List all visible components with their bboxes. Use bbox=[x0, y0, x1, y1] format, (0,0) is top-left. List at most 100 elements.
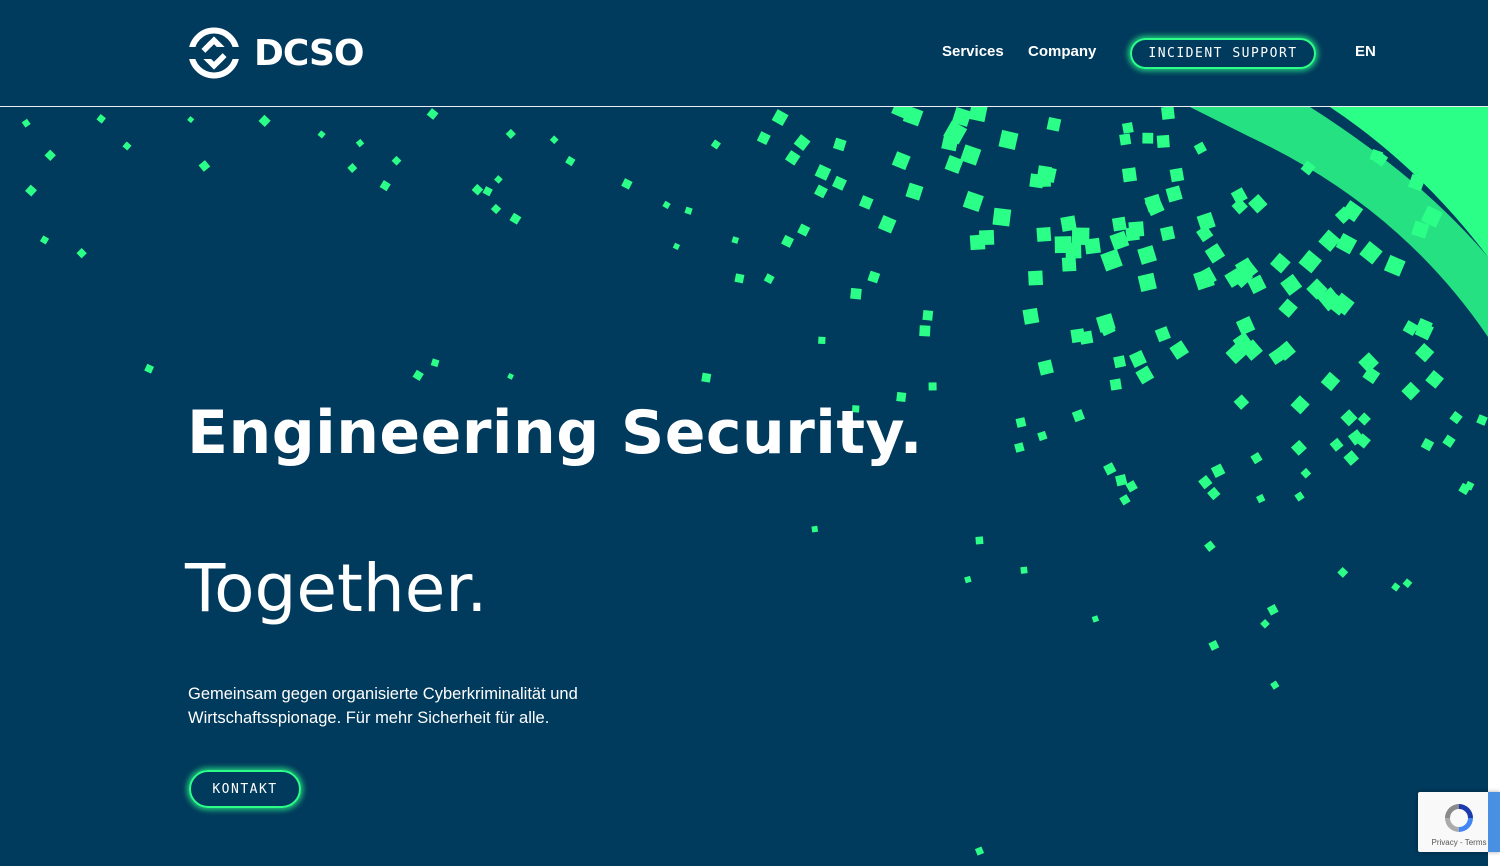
dcso-logo-icon bbox=[188, 27, 240, 79]
particle-square bbox=[1207, 486, 1221, 501]
particle-square bbox=[877, 214, 897, 234]
particle-square bbox=[1128, 221, 1145, 238]
particle-square bbox=[1343, 450, 1360, 466]
particle-square bbox=[919, 325, 931, 337]
particle-square bbox=[1065, 242, 1082, 259]
particle-square bbox=[1020, 566, 1028, 574]
particle-square bbox=[928, 382, 937, 391]
particle-square bbox=[1337, 566, 1349, 578]
particle-square bbox=[1280, 273, 1303, 296]
particle-square bbox=[1014, 442, 1025, 453]
particle-square bbox=[25, 184, 37, 197]
incident-support-button[interactable]: INCIDENT SUPPORT bbox=[1130, 38, 1316, 69]
particle-square bbox=[391, 155, 402, 166]
particle-square bbox=[1329, 437, 1344, 452]
particle-square bbox=[797, 223, 811, 237]
particle-square bbox=[968, 107, 988, 123]
logo[interactable]: DCSO bbox=[188, 27, 365, 79]
particle-square bbox=[1269, 252, 1291, 274]
particle-square bbox=[1137, 272, 1157, 292]
particle-square bbox=[1071, 227, 1090, 246]
particle-square bbox=[1103, 462, 1117, 476]
particle-square bbox=[1196, 212, 1216, 232]
particle-square bbox=[198, 160, 211, 172]
particle-square bbox=[1022, 307, 1040, 325]
particle-square bbox=[1036, 227, 1052, 242]
particle-square bbox=[1129, 350, 1147, 368]
particle-square bbox=[1161, 107, 1175, 120]
recaptcha-tab bbox=[1488, 792, 1500, 852]
page: DCSO Services Company INCIDENT SUPPORT E… bbox=[0, 0, 1500, 866]
particle-square bbox=[1109, 378, 1122, 391]
language-switch[interactable]: EN bbox=[1355, 43, 1376, 60]
particle-square bbox=[355, 138, 365, 148]
particle-square bbox=[811, 525, 819, 533]
particle-square bbox=[1111, 216, 1127, 232]
particle-square bbox=[1208, 640, 1220, 651]
particle-square bbox=[701, 372, 712, 383]
particle-square bbox=[850, 287, 862, 300]
particle-square bbox=[964, 575, 972, 584]
particle-square bbox=[1270, 680, 1280, 690]
particle-square bbox=[992, 207, 1012, 227]
particle-square bbox=[471, 183, 484, 196]
recaptcha-badge[interactable]: Privacy - Terms bbox=[1418, 792, 1500, 852]
particle-square bbox=[494, 175, 503, 184]
particle-square bbox=[831, 175, 847, 191]
nav-company[interactable]: Company bbox=[1028, 43, 1096, 60]
particle-square bbox=[1248, 194, 1268, 214]
particle-square bbox=[1449, 410, 1463, 425]
particle-square bbox=[1165, 185, 1183, 203]
particle-square bbox=[1250, 452, 1263, 465]
recaptcha-icon bbox=[1445, 804, 1473, 832]
particle-square bbox=[1169, 340, 1190, 360]
particle-square bbox=[1121, 167, 1138, 183]
particle-square bbox=[1298, 249, 1322, 274]
contact-button[interactable]: KONTAKT bbox=[189, 770, 301, 808]
particle-square bbox=[1435, 107, 1447, 118]
particle-square bbox=[734, 273, 745, 284]
particle-square bbox=[1028, 270, 1044, 286]
particle-square bbox=[1070, 328, 1086, 344]
particle-square bbox=[1401, 381, 1421, 401]
particle-square bbox=[1137, 245, 1157, 265]
particle-square bbox=[144, 363, 155, 374]
particle-square bbox=[1290, 395, 1310, 415]
particle-square bbox=[1061, 257, 1077, 272]
particle-square bbox=[1357, 412, 1371, 426]
hero-title: Engineering Security. bbox=[187, 398, 923, 468]
particle-square bbox=[944, 155, 964, 174]
particle-square bbox=[1204, 540, 1216, 552]
particle-square bbox=[347, 163, 358, 173]
particle-square bbox=[509, 212, 522, 225]
particle-square bbox=[379, 180, 391, 192]
particle-square bbox=[756, 131, 771, 146]
scrollbar[interactable] bbox=[1488, 0, 1500, 866]
particle-square bbox=[731, 236, 740, 244]
particle-square bbox=[317, 130, 326, 139]
recaptcha-links[interactable]: Privacy - Terms bbox=[1432, 838, 1487, 847]
particle-square bbox=[1100, 248, 1123, 272]
particle-square bbox=[832, 137, 847, 152]
particle-square bbox=[1071, 409, 1086, 423]
particle-square bbox=[505, 128, 516, 140]
nav-services[interactable]: Services bbox=[942, 43, 1004, 60]
particle-square bbox=[962, 190, 984, 212]
particle-square bbox=[710, 139, 721, 150]
particle-square bbox=[1125, 480, 1138, 493]
hero-description: Gemeinsam gegen organisierte Cyberkrimin… bbox=[188, 685, 578, 727]
particle-square bbox=[1091, 615, 1100, 623]
particle-square bbox=[1135, 365, 1155, 385]
particle-square bbox=[1300, 467, 1312, 479]
particle-square bbox=[1156, 134, 1170, 149]
particle-background bbox=[21, 107, 1488, 856]
particle-square bbox=[975, 536, 984, 545]
particle-square bbox=[1442, 434, 1456, 448]
particle-square bbox=[763, 273, 775, 285]
particle-square bbox=[793, 134, 811, 152]
particle-square bbox=[1476, 414, 1488, 426]
particle-square bbox=[76, 248, 87, 259]
particle-square bbox=[1015, 417, 1027, 428]
particle-square bbox=[1335, 232, 1358, 255]
particle-square bbox=[1210, 463, 1226, 478]
